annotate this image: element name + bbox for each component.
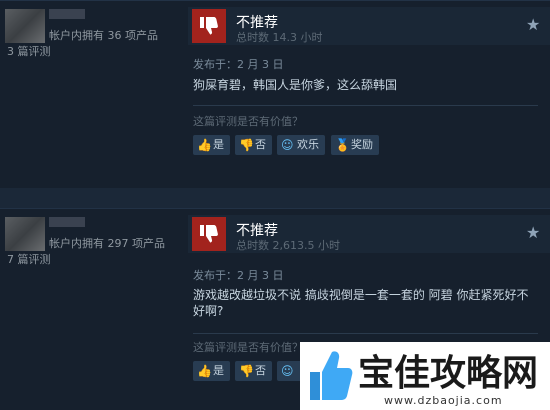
watermark-url: www.dzbaojia.com bbox=[384, 394, 503, 407]
thumbs-down-icon bbox=[192, 217, 226, 251]
posted-date: 发布于：2 月 3 日 bbox=[193, 269, 284, 282]
vote-no-button[interactable]: 👎 否 bbox=[235, 135, 272, 155]
star-icon[interactable]: ★ bbox=[526, 223, 540, 242]
vote-header: 不推荐 总时数 2,613.5 小时 ★ bbox=[188, 215, 550, 253]
star-icon[interactable]: ★ bbox=[526, 15, 540, 34]
author-product-count[interactable]: 帐户内拥有 36 项产品 bbox=[49, 27, 158, 43]
vote-funny-button[interactable]: ☺ 欢乐 bbox=[277, 135, 325, 155]
helpful-prompt: 这篇评测是否有价值？ bbox=[193, 341, 303, 354]
avatar[interactable] bbox=[5, 9, 45, 43]
vote-no-button[interactable]: 👎 否 bbox=[235, 361, 272, 381]
award-icon: 🏅 bbox=[335, 138, 350, 152]
watermark-text: 宝佳攻略网 bbox=[358, 353, 539, 394]
thumbs-up-logo-icon bbox=[310, 351, 353, 400]
author-name-redacted[interactable] bbox=[49, 217, 85, 227]
play-hours: 总时数 14.3 小时 bbox=[236, 31, 323, 44]
vote-header: 不推荐 总时数 14.3 小时 ★ bbox=[188, 7, 550, 45]
smiley-icon: ☺ bbox=[281, 364, 294, 378]
thumbs-down-icon: 👎 bbox=[239, 138, 254, 152]
divider bbox=[193, 333, 538, 334]
divider bbox=[193, 105, 538, 106]
vote-yes-button[interactable]: 👍 是 bbox=[193, 361, 230, 381]
thumbs-up-icon: 👍 bbox=[197, 364, 212, 378]
review-content: 游戏越改越垃圾不说 搞歧视倒是一套一套的 阿碧 你赶紧死好不好啊? bbox=[193, 288, 529, 318]
posted-date: 发布于：2 月 3 日 bbox=[193, 58, 284, 71]
thumbs-down-icon bbox=[192, 9, 226, 43]
avatar[interactable] bbox=[5, 217, 45, 251]
author-product-count[interactable]: 帐户内拥有 297 项产品 bbox=[49, 235, 165, 251]
thumbs-up-icon: 👍 bbox=[197, 138, 212, 152]
review-card: 帐户内拥有 36 项产品 3 篇评测 不推荐 总时数 14.3 小时 ★ 发布于… bbox=[0, 0, 550, 188]
author-review-count[interactable]: 7 篇评测 bbox=[7, 251, 51, 267]
helpful-prompt: 这篇评测是否有价值？ bbox=[193, 115, 303, 128]
smiley-icon: ☺ bbox=[281, 138, 294, 152]
vote-yes-button[interactable]: 👍 是 bbox=[193, 135, 230, 155]
review-content: 狗屎育碧，韩国人是你爹，这么舔韩国 bbox=[193, 78, 398, 92]
thumbs-down-icon: 👎 bbox=[239, 364, 254, 378]
play-hours: 总时数 2,613.5 小时 bbox=[236, 239, 340, 252]
author-name-redacted[interactable] bbox=[49, 9, 85, 19]
author-review-count[interactable]: 3 篇评测 bbox=[7, 43, 51, 59]
award-button[interactable]: 🏅 奖励 bbox=[331, 135, 379, 155]
watermark: 宝佳攻略网 www.dzbaojia.com bbox=[300, 342, 550, 410]
